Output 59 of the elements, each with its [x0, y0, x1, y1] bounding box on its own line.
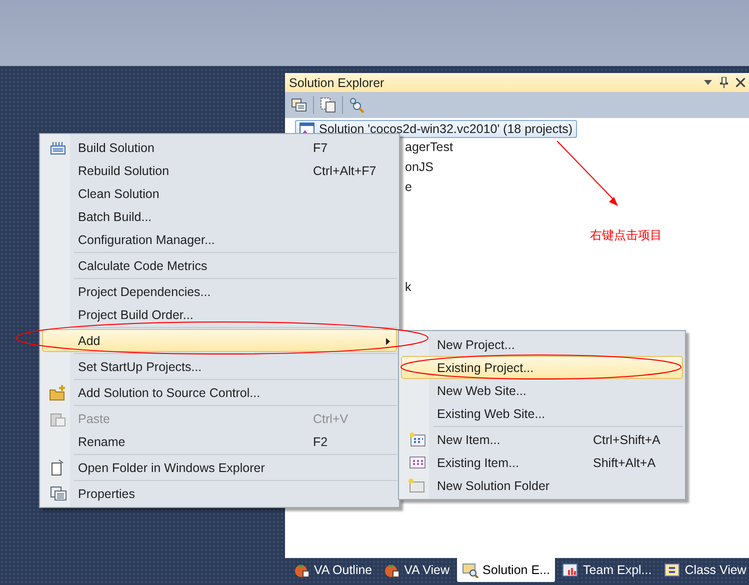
- panel-title: Solution Explorer: [289, 76, 386, 90]
- folder-plus-icon: [49, 384, 67, 400]
- menu-item[interactable]: Open Folder in Windows Explorer: [42, 456, 397, 479]
- menu-item[interactable]: Existing Project...: [401, 356, 683, 379]
- menu-item[interactable]: New Project...: [401, 333, 683, 356]
- menu-item[interactable]: Project Build Order...: [42, 303, 397, 326]
- tool-window-tab[interactable]: Class View: [658, 559, 749, 581]
- menu-item[interactable]: Project Dependencies...: [42, 280, 397, 303]
- tree-item-text[interactable]: agerTest: [405, 140, 453, 154]
- properties-icon[interactable]: [291, 98, 307, 112]
- menu-item[interactable]: Clean Solution: [42, 182, 397, 205]
- tree-item[interactable]: Solution 'cocos2d-win32.vc2010' (18 projects): [295, 120, 577, 138]
- class-icon: [664, 562, 681, 578]
- menu-item[interactable]: Add Solution to Source Control...: [42, 381, 397, 404]
- tomato-icon: [384, 563, 400, 577]
- clipboard-icon: [50, 410, 66, 426]
- menu-item[interactable]: Add: [42, 329, 397, 352]
- menu-item[interactable]: Configuration Manager...: [42, 228, 397, 251]
- tool-window-tab[interactable]: VA Outline: [289, 559, 378, 581]
- document-icon: [51, 459, 65, 476]
- annotation-text: 右键点击项目: [590, 227, 662, 244]
- team-icon: [562, 562, 579, 578]
- tree-item-text[interactable]: e: [405, 180, 412, 194]
- shortcut-text: Shift+Alt+A: [593, 456, 656, 470]
- menu-item[interactable]: Existing Item... Shift+Alt+A: [401, 451, 683, 474]
- menu-item[interactable]: Rebuild Solution Ctrl+Alt+F7: [42, 159, 397, 182]
- new-folder-icon: [408, 478, 426, 493]
- shortcut-text: Ctrl+V: [313, 412, 348, 426]
- shortcut-text: F7: [313, 140, 328, 154]
- pin-icon[interactable]: [720, 77, 728, 88]
- tree-item-text[interactable]: onJS: [405, 160, 434, 174]
- shortcut-text: Ctrl+Shift+A: [593, 432, 660, 446]
- shortcut-text: F2: [313, 434, 328, 448]
- tomato-icon: [294, 563, 310, 577]
- class-diagram-search-icon[interactable]: [349, 97, 366, 113]
- dropdown-icon[interactable]: [704, 80, 712, 85]
- menu-item[interactable]: Existing Web Site...: [401, 402, 683, 425]
- menu-item[interactable]: Calculate Code Metrics: [42, 254, 397, 277]
- annotation-arrow: [556, 140, 618, 206]
- tree-item-text[interactable]: k: [405, 280, 412, 294]
- tool-window-tab[interactable]: Solution E...: [456, 558, 555, 582]
- shortcut-text: Ctrl+Alt+F7: [313, 164, 376, 178]
- close-icon[interactable]: [736, 78, 745, 87]
- menu-item[interactable]: Rename F2: [42, 430, 397, 453]
- tool-window-tab[interactable]: Team Expl...: [556, 559, 657, 581]
- keyboard-icon: [50, 140, 66, 154]
- menu-item[interactable]: New Web Site...: [401, 379, 683, 402]
- new-item-icon: [408, 432, 426, 447]
- menu-item[interactable]: Properties: [42, 482, 397, 505]
- menu-item[interactable]: Build Solution F7: [42, 136, 397, 159]
- copy-icon[interactable]: [320, 97, 336, 113]
- properties-icon: [50, 486, 66, 501]
- menu-item[interactable]: Batch Build...: [42, 205, 397, 228]
- tool-window-tab[interactable]: VA View: [379, 559, 455, 581]
- window-icon: [408, 455, 426, 470]
- menu-item[interactable]: New Solution Folder: [401, 474, 683, 497]
- solution-icon: [462, 562, 479, 578]
- menu-item[interactable]: New Item... Ctrl+Shift+A: [401, 428, 683, 451]
- menu-item[interactable]: Set StartUp Projects...: [42, 355, 397, 378]
